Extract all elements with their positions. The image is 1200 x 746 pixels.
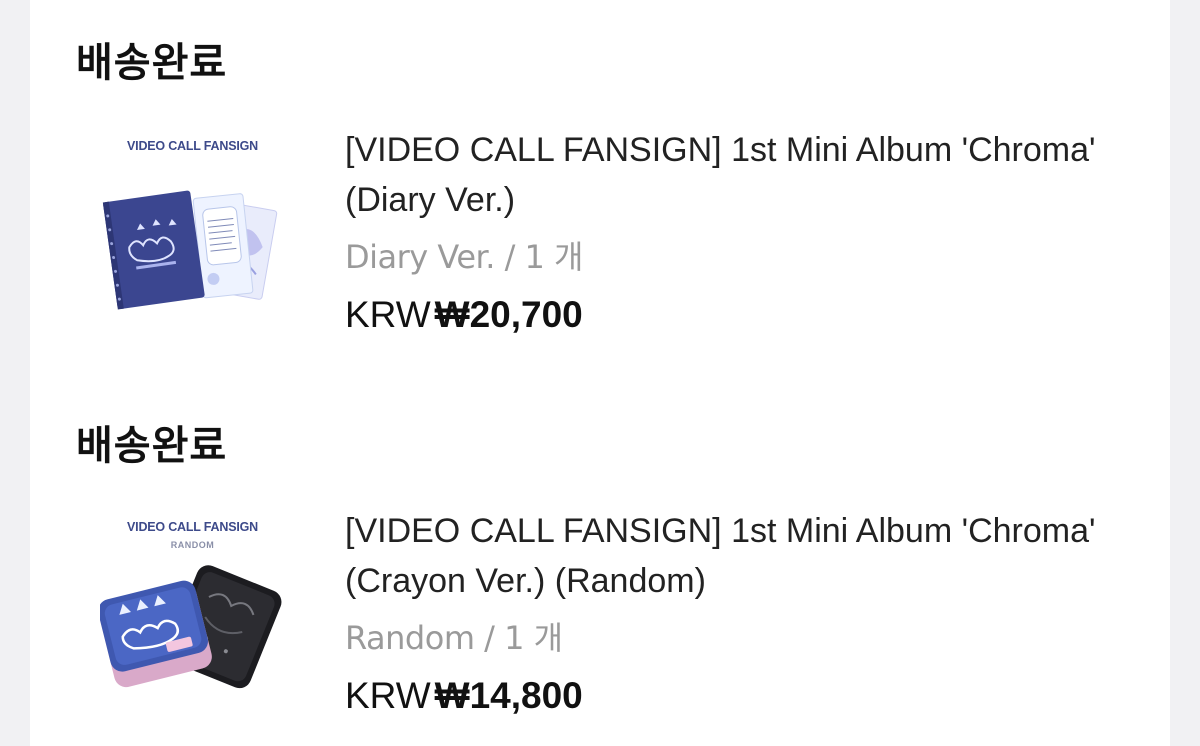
price-amount: ₩14,800 — [434, 675, 583, 716]
price-amount: ₩20,700 — [434, 294, 583, 335]
product-title[interactable]: [VIDEO CALL FANSIGN] 1st Mini Album 'Chr… — [345, 506, 1105, 606]
crayon-tin-album-image — [100, 565, 282, 689]
price-currency: KRW — [345, 294, 431, 335]
product-option-quantity: Random / 1 개 — [345, 619, 563, 657]
order-list-card: 배송완료 VIDEO CALL FANSIGN [VIDEO CALL FANS… — [30, 0, 1170, 746]
product-option-quantity: Diary Ver. / 1 개 — [345, 238, 584, 276]
thumbnail-subcaption: RANDOM — [170, 540, 215, 550]
thumbnail-caption: VIDEO CALL FANSIGN — [127, 139, 258, 153]
delivery-status-label: 배송완료 — [76, 40, 228, 86]
price-currency: KRW — [345, 675, 431, 716]
product-price: KRW ₩20,700 — [345, 294, 583, 336]
thumbnail-caption: VIDEO CALL FANSIGN — [127, 520, 258, 534]
product-thumbnail[interactable]: VIDEO CALL FANSIGN RANDOM — [100, 508, 285, 693]
diary-album-image — [102, 190, 278, 310]
product-thumbnail[interactable]: VIDEO CALL FANSIGN — [100, 125, 285, 310]
product-price: KRW ₩14,800 — [345, 675, 583, 717]
delivery-status-label: 배송완료 — [76, 423, 228, 469]
product-title[interactable]: [VIDEO CALL FANSIGN] 1st Mini Album 'Chr… — [345, 125, 1105, 225]
